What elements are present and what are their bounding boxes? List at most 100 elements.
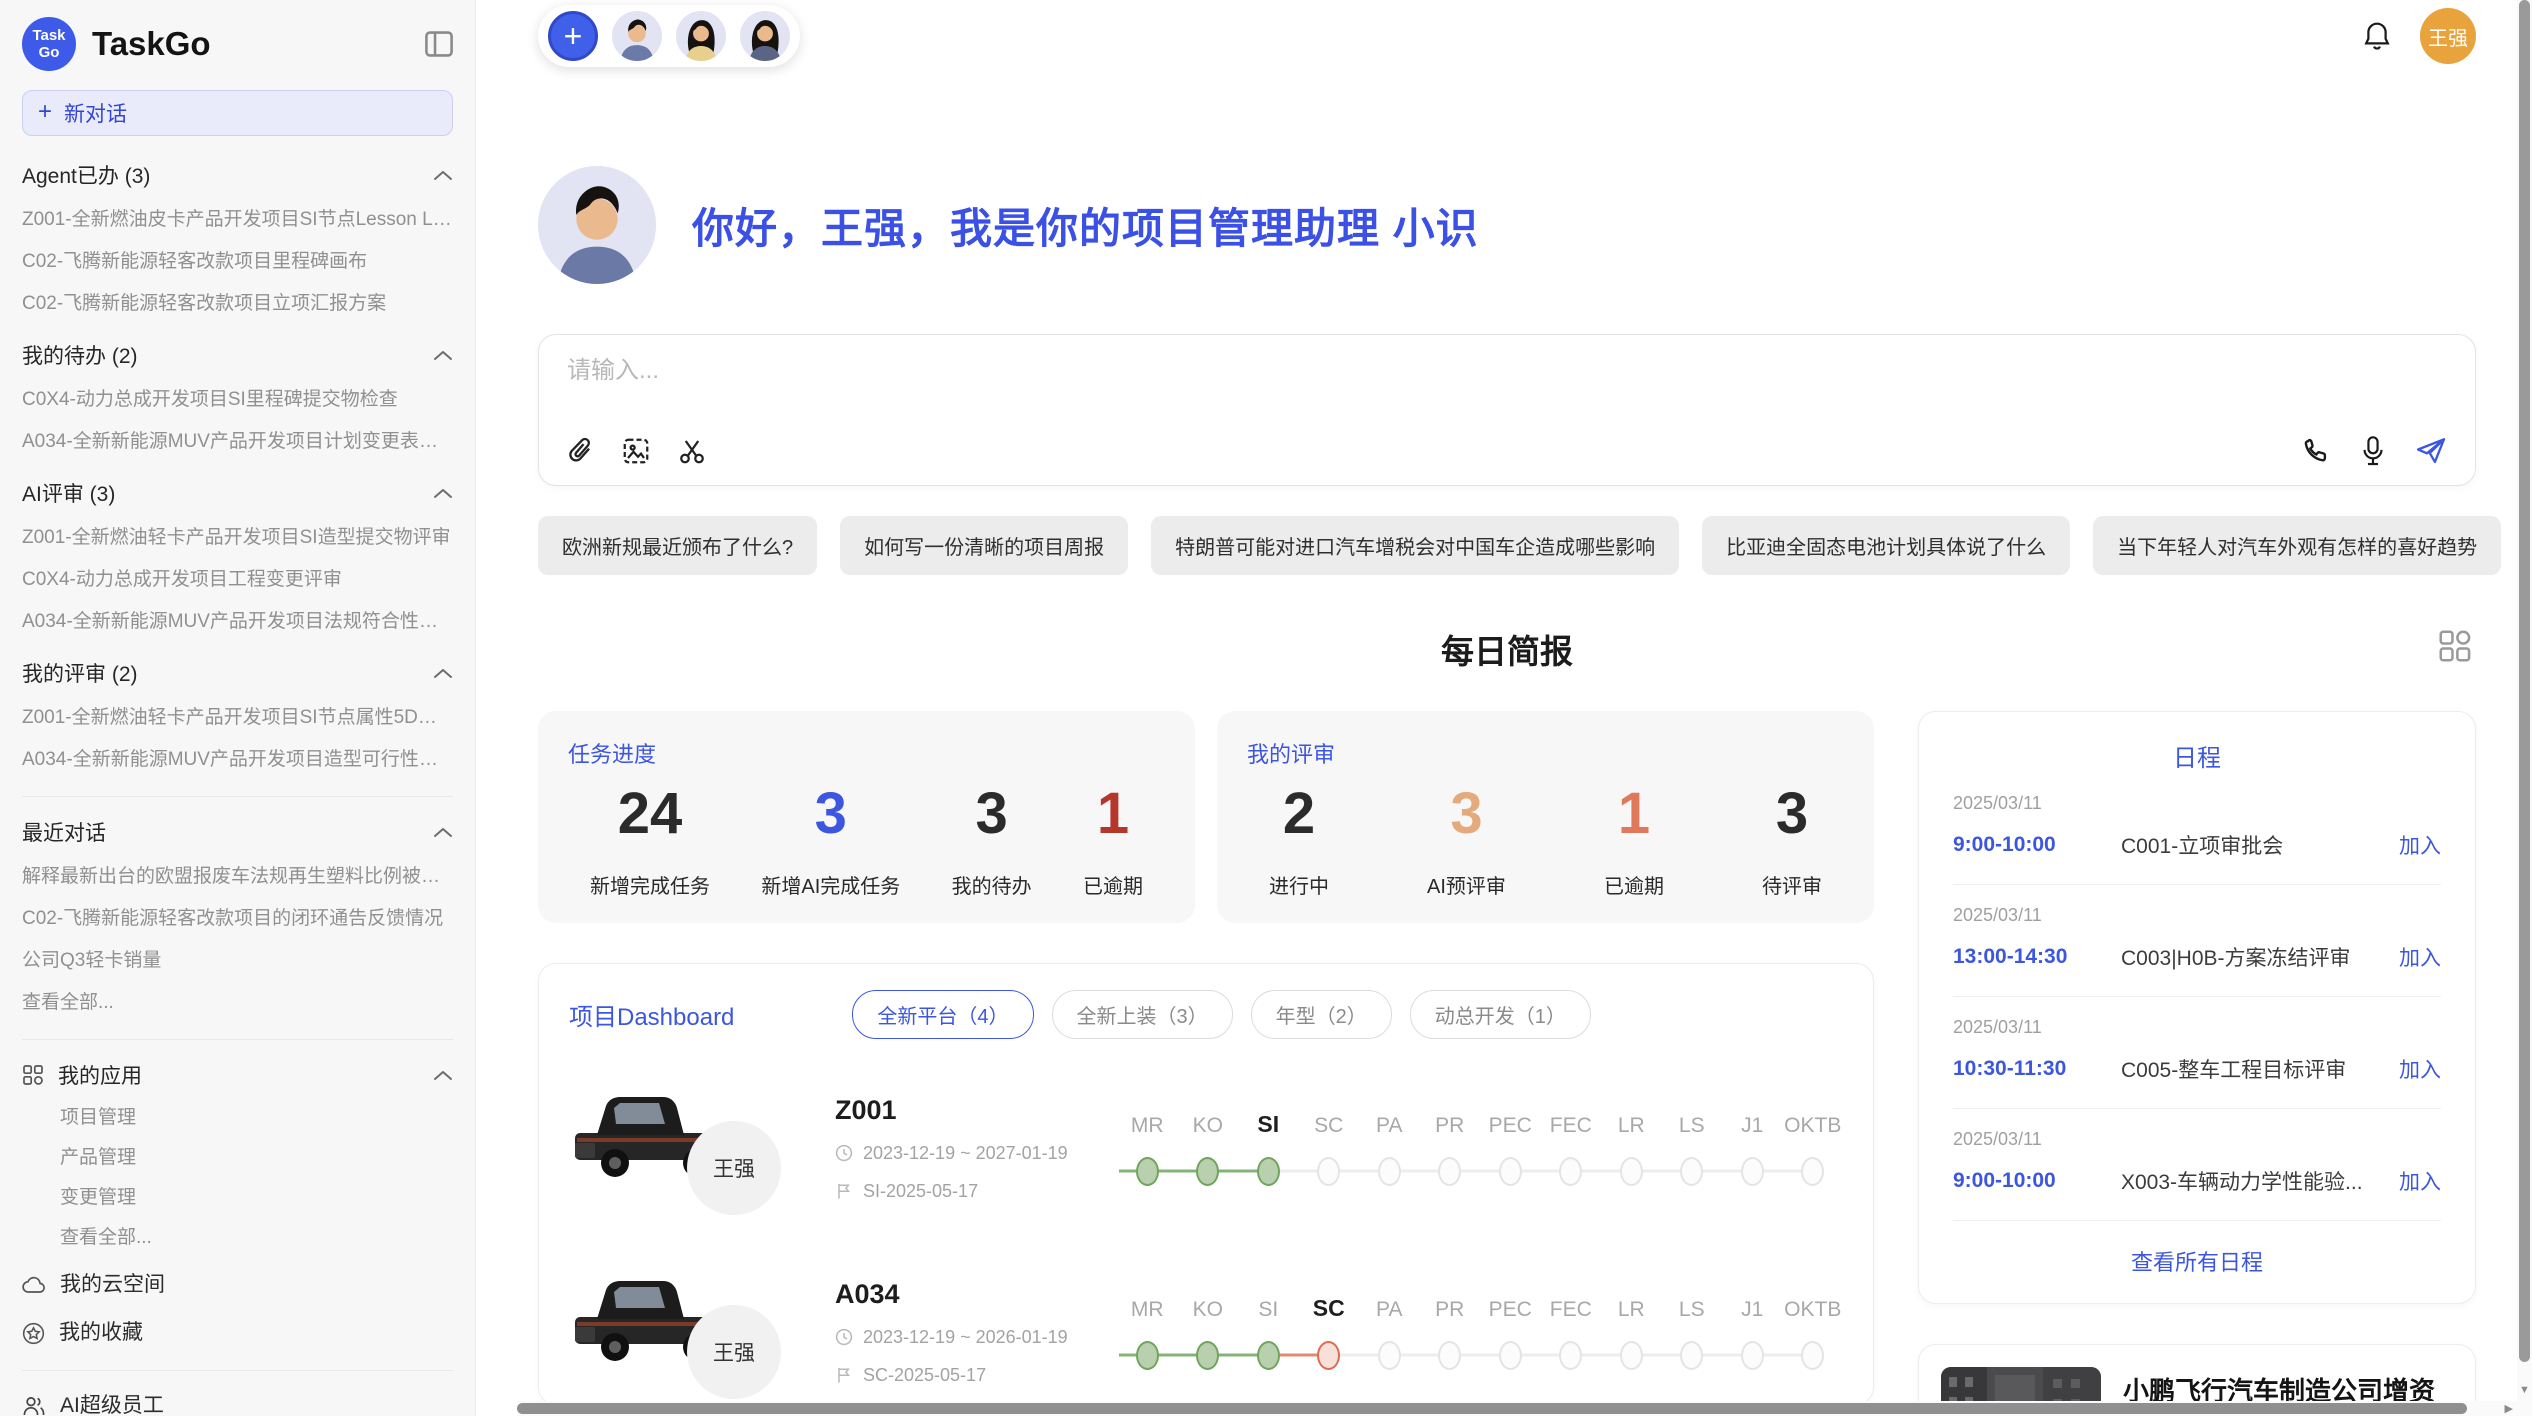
recent-chat-item[interactable]: 解释最新出台的欧盟报废车法规再生塑料比例被调至15%...: [22, 865, 453, 889]
attachment-icon[interactable]: [567, 436, 595, 466]
sidebar-section-header[interactable]: 我的评审 (2): [22, 658, 453, 688]
sidebar-item-cloud-space[interactable]: 我的云空间: [22, 1272, 453, 1298]
recent-chat-item[interactable]: 公司Q3轻卡销量: [22, 949, 453, 973]
horizontal-scrollbar[interactable]: ▶: [517, 1401, 2517, 1416]
recent-chat-item[interactable]: C02-飞腾新能源轻客改款项目的闭环通告反馈情况: [22, 907, 453, 931]
milestone-dot[interactable]: [1620, 1157, 1643, 1186]
milestone-dot[interactable]: [1741, 1341, 1764, 1370]
my-apps-item[interactable]: 变更管理: [60, 1186, 453, 1210]
sidebar-section-header[interactable]: Agent已办 (3): [22, 160, 453, 190]
user-avatar[interactable]: 王强: [2420, 8, 2476, 64]
event-join-link[interactable]: 加入: [2399, 830, 2441, 860]
sidebar-collapse-icon[interactable]: [425, 31, 453, 57]
sidebar-item[interactable]: A034-全新新能源MUV产品开发项目造型可行性评审: [22, 748, 453, 772]
event-join-link[interactable]: 加入: [2399, 1166, 2441, 1196]
recent-chats-header[interactable]: 最近对话: [22, 817, 453, 847]
chat-input[interactable]: [567, 357, 2447, 385]
event-join-link[interactable]: 加入: [2399, 1054, 2441, 1084]
recent-view-all[interactable]: 查看全部...: [22, 991, 453, 1015]
chevron-up-icon[interactable]: [433, 667, 453, 679]
dashboard-tab[interactable]: 全新平台（4）: [852, 990, 1033, 1039]
milestone-dot[interactable]: [1499, 1341, 1522, 1370]
suggestion-chip[interactable]: 特朗普可能对进口汽车增税会对中国车企造成哪些影响: [1151, 516, 1679, 575]
sidebar-item[interactable]: Z001-全新燃油皮卡产品开发项目SI节点Lesson Learn报告: [22, 208, 453, 232]
sidebar-item[interactable]: C02-飞腾新能源轻客改款项目里程碑画布: [22, 250, 453, 274]
milestone-dot[interactable]: [1378, 1341, 1401, 1370]
agent-avatar-3[interactable]: [740, 11, 790, 61]
chevron-up-icon[interactable]: [433, 487, 453, 499]
sidebar-item[interactable]: C02-飞腾新能源轻客改款项目立项汇报方案: [22, 292, 453, 316]
sidebar-section-header[interactable]: AI评审 (3): [22, 478, 453, 508]
sidebar-item[interactable]: A034-全新新能源MUV产品开发项目计划变更表编写: [22, 430, 453, 454]
milestone-dot[interactable]: [1801, 1341, 1824, 1370]
dashboard-tab[interactable]: 动总开发（1）: [1410, 990, 1591, 1039]
scroll-right-arrow-icon[interactable]: ▶: [2505, 1402, 2513, 1415]
my-apps-header[interactable]: 我的应用: [22, 1060, 453, 1090]
sidebar-item-favorites[interactable]: 我的收藏: [22, 1320, 453, 1346]
event-title: C005-整车工程目标评审: [2121, 1054, 2385, 1084]
milestone-dot[interactable]: [1620, 1341, 1643, 1370]
milestone-dot[interactable]: [1438, 1157, 1461, 1186]
sidebar-item[interactable]: Z001-全新燃油轻卡产品开发项目SI节点属性5D文件评审: [22, 706, 453, 730]
milestone-dot[interactable]: [1196, 1341, 1219, 1370]
event-join-link[interactable]: 加入: [2399, 942, 2441, 972]
milestone: PEC: [1480, 1106, 1541, 1194]
new-chat-button[interactable]: + 新对话: [22, 90, 453, 136]
milestone-dot[interactable]: [1378, 1157, 1401, 1186]
vertical-scrollbar[interactable]: ▼: [2517, 0, 2532, 1416]
dashboard-tab[interactable]: 全新上装（3）: [1052, 990, 1233, 1039]
milestone-dot[interactable]: [1741, 1157, 1764, 1186]
milestone-dot[interactable]: [1257, 1157, 1280, 1186]
chevron-up-icon[interactable]: [433, 826, 453, 838]
milestone-dot[interactable]: [1559, 1341, 1582, 1370]
horizontal-scrollbar-thumb[interactable]: [517, 1403, 2467, 1414]
stat-value: 3: [1427, 781, 1506, 848]
milestone-dot[interactable]: [1317, 1341, 1340, 1370]
milestone-dot[interactable]: [1136, 1157, 1159, 1186]
phone-call-icon[interactable]: [2301, 436, 2331, 466]
milestone-dot[interactable]: [1317, 1157, 1340, 1186]
milestone-dot[interactable]: [1559, 1157, 1582, 1186]
notification-bell-icon[interactable]: [2362, 20, 2392, 52]
image-icon[interactable]: [621, 436, 651, 466]
dashboard-tab[interactable]: 年型（2）: [1251, 990, 1392, 1039]
scissors-icon[interactable]: [677, 436, 707, 466]
milestone-dot[interactable]: [1680, 1157, 1703, 1186]
suggestion-chip[interactable]: 比亚迪全固态电池计划具体说了什么: [1702, 516, 2070, 575]
sidebar-item[interactable]: Z001-全新燃油轻卡产品开发项目SI造型提交物评审: [22, 526, 453, 550]
stat-label: 新增完成任务: [590, 870, 710, 899]
sidebar-item[interactable]: A034-全新新能源MUV产品开发项目法规符合性评审: [22, 610, 453, 634]
agent-avatar-2[interactable]: [676, 11, 726, 61]
add-agent-button[interactable]: +: [548, 11, 598, 61]
event-row: 9:00-10:00C001-立项审批会加入: [1953, 830, 2441, 860]
sidebar-item-ai-super-staff[interactable]: AI超级员工: [22, 1393, 453, 1416]
briefing-title: 每日简报: [1441, 633, 1573, 670]
milestone: FEC: [1541, 1290, 1602, 1378]
chevron-up-icon[interactable]: [433, 1069, 453, 1081]
my-apps-item[interactable]: 查看全部...: [60, 1226, 453, 1250]
suggestion-chip[interactable]: 当下年轻人对汽车外观有怎样的喜好趋势: [2093, 516, 2501, 575]
chevron-up-icon[interactable]: [433, 349, 453, 361]
milestone-dot[interactable]: [1801, 1157, 1824, 1186]
milestone-dot[interactable]: [1136, 1341, 1159, 1370]
agent-avatar-1[interactable]: [612, 11, 662, 61]
sidebar-item[interactable]: C0X4-动力总成开发项目工程变更评审: [22, 568, 453, 592]
sidebar-section-header[interactable]: 我的待办 (2): [22, 340, 453, 370]
scroll-down-arrow-icon[interactable]: ▼: [2517, 1384, 2532, 1396]
send-icon[interactable]: [2415, 436, 2447, 466]
milestone-dot[interactable]: [1680, 1341, 1703, 1370]
milestone-dot[interactable]: [1196, 1157, 1219, 1186]
my-apps-item[interactable]: 产品管理: [60, 1146, 453, 1170]
suggestion-chip[interactable]: 如何写一份清晰的项目周报: [840, 516, 1128, 575]
vertical-scrollbar-thumb[interactable]: [2519, 0, 2530, 1362]
chevron-up-icon[interactable]: [433, 169, 453, 181]
milestone-dot[interactable]: [1438, 1341, 1461, 1370]
suggestion-chip[interactable]: 欧洲新规最近颁布了什么?: [538, 516, 817, 575]
milestone-dot[interactable]: [1499, 1157, 1522, 1186]
my-apps-item[interactable]: 项目管理: [60, 1106, 453, 1130]
milestone-dot[interactable]: [1257, 1341, 1280, 1370]
view-all-schedule-link[interactable]: 查看所有日程: [1953, 1221, 2441, 1289]
sidebar-item[interactable]: C0X4-动力总成开发项目SI里程碑提交物检查: [22, 388, 453, 412]
microphone-icon[interactable]: [2359, 435, 2387, 467]
layout-grid-icon[interactable]: [2436, 627, 2474, 665]
